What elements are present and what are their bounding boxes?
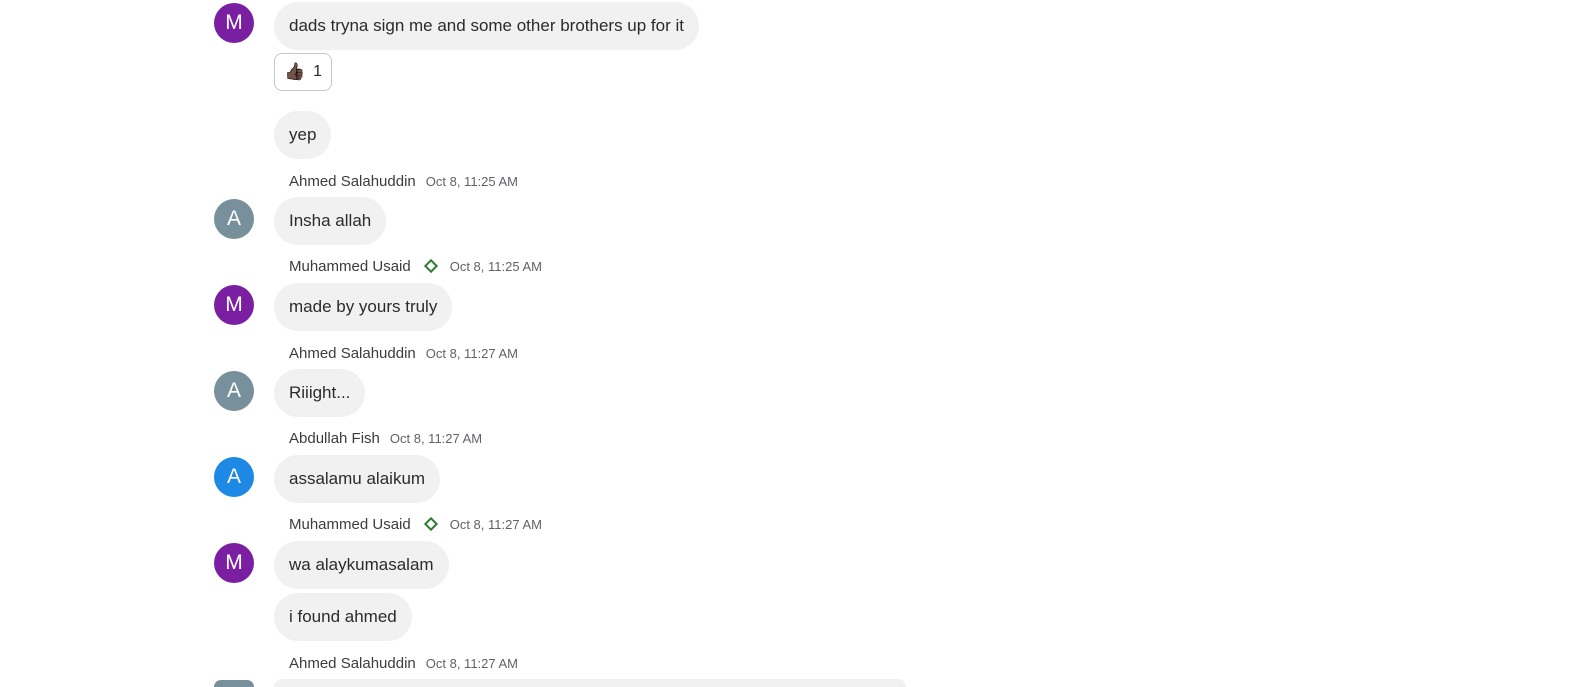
message-bubble[interactable]: yep: [274, 111, 332, 159]
message-timestamp: Oct 8, 11:27 AM: [389, 430, 483, 446]
avatar[interactable]: A: [214, 199, 254, 239]
avatar[interactable]: A: [214, 457, 254, 497]
message-bubble[interactable]: dads tryna sign me and some other brothe…: [274, 2, 699, 50]
message-timestamp: Oct 8, 11:27 AM: [449, 516, 542, 532]
message-timestamp: Oct 8, 11:27 AM: [425, 345, 519, 361]
message-bubble[interactable]: i found ahmed: [274, 593, 412, 641]
message-header: Muhammed Usaid Oct 8, 11:25 AM: [289, 256, 542, 276]
chat-message-list[interactable]: M dads tryna sign me and some other brot…: [0, 0, 1573, 687]
message-bubble[interactable]: wa alaykumasalam: [274, 541, 449, 589]
avatar[interactable]: M: [214, 543, 254, 583]
avatar[interactable]: [214, 680, 254, 687]
sender-name[interactable]: Muhammed Usaid: [289, 258, 411, 275]
avatar[interactable]: A: [214, 371, 254, 411]
avatar[interactable]: M: [214, 3, 254, 43]
message-header: Muhammed Usaid Oct 8, 11:27 AM: [289, 514, 542, 534]
message-header: Ahmed Salahuddin Oct 8, 11:27 AM: [289, 343, 518, 363]
message-bubble[interactable]: Insha allah: [274, 197, 387, 245]
message-bubble[interactable]: Riiight...: [274, 369, 366, 417]
sender-name[interactable]: Abdullah Fish: [289, 430, 380, 447]
diamond-outline-icon: [423, 258, 438, 274]
sender-name[interactable]: Ahmed Salahuddin: [289, 345, 416, 362]
message-bubble[interactable]: assalamu alaikum: [274, 455, 441, 503]
sender-name[interactable]: Muhammed Usaid: [289, 516, 411, 533]
message-header: Ahmed Salahuddin Oct 8, 11:25 AM: [289, 171, 518, 191]
message-bubble[interactable]: made by yours truly: [274, 283, 453, 331]
reaction-chip[interactable]: 👍🏿 1: [274, 53, 332, 91]
sender-name[interactable]: Ahmed Salahuddin: [289, 655, 416, 672]
message-timestamp: Oct 8, 11:25 AM: [425, 173, 519, 189]
thumbs-up-icon: 👍🏿: [283, 62, 306, 81]
reaction-count: 1: [313, 63, 323, 80]
message-timestamp: Oct 8, 11:25 AM: [449, 258, 542, 274]
message-header: Ahmed Salahuddin Oct 8, 11:27 AM: [289, 653, 518, 673]
diamond-outline-icon: [423, 516, 438, 532]
avatar[interactable]: M: [214, 285, 254, 325]
sender-name[interactable]: Ahmed Salahuddin: [289, 173, 416, 190]
message-header: Abdullah Fish Oct 8, 11:27 AM: [289, 428, 482, 448]
message-timestamp: Oct 8, 11:27 AM: [425, 655, 519, 671]
message-bubble[interactable]: [274, 679, 906, 687]
